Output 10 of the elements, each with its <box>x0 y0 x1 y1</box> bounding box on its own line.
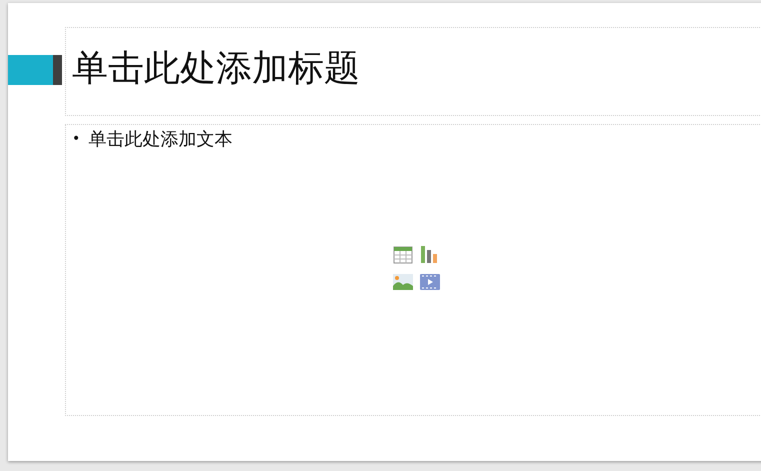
body-placeholder[interactable]: • 单击此处添加文本 <box>65 124 761 416</box>
chart-icon[interactable] <box>420 245 440 265</box>
video-icon[interactable] <box>420 272 440 292</box>
bullet: • <box>72 131 80 147</box>
body-text: 单击此处添加文本 <box>88 128 232 151</box>
accent-bar <box>8 55 62 85</box>
table-icon[interactable] <box>393 245 413 265</box>
image-icon[interactable] <box>393 272 413 292</box>
title-placeholder[interactable]: 单击此处添加标题 <box>65 27 761 116</box>
title-text: 单击此处添加标题 <box>72 47 360 91</box>
